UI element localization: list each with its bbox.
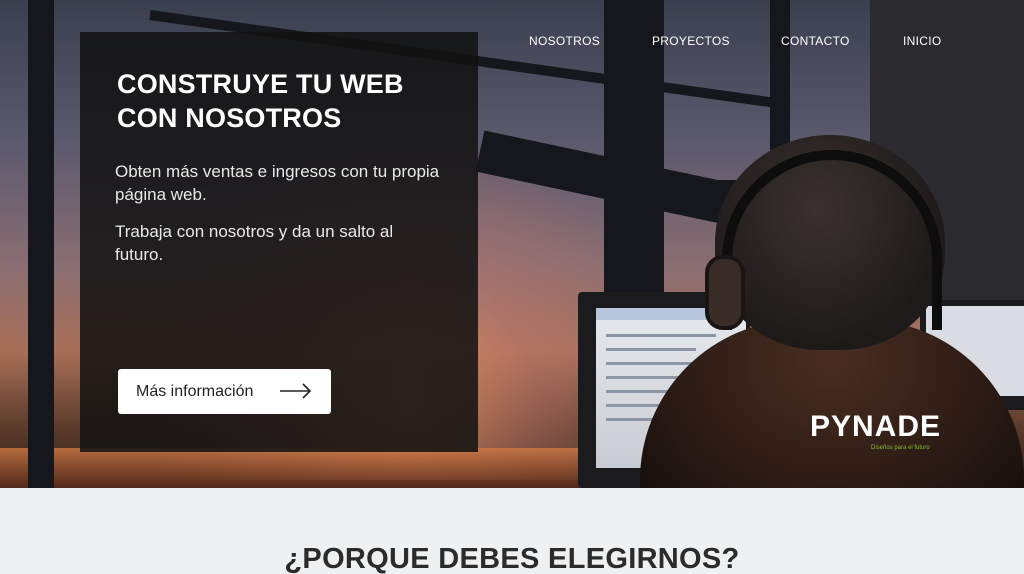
hero-paragraph: Trabaja con nosotros y da un salto al fu…: [115, 222, 394, 264]
headphone-cup: [705, 255, 745, 330]
arrow-right-icon: [280, 383, 312, 399]
window-frame: [770, 0, 790, 150]
nav-link-inicio[interactable]: INICIO: [903, 34, 941, 48]
logo-tagline: Diseños para el futuro: [871, 445, 930, 451]
logo-name: PYNADE: [810, 410, 942, 443]
nav-link-contacto[interactable]: CONTACTO: [781, 34, 850, 48]
window-frame: [28, 0, 54, 488]
hero-card: CONSTRUYE TU WEB CON NOSOTROS Obten más …: [80, 32, 478, 452]
hero-paragraph: Obten más ventas e ingresos con tu propi…: [115, 162, 440, 204]
nav-link-nosotros[interactable]: NOSOTROS: [529, 34, 600, 48]
brand-logo[interactable]: PYNADE Diseños para el futuro: [810, 410, 950, 451]
hero-title: CONSTRUYE TU WEB CON NOSOTROS: [117, 69, 404, 133]
more-info-label: Más información: [136, 382, 254, 400]
more-info-button[interactable]: Más información: [118, 369, 331, 414]
nav-link-proyectos[interactable]: PROYECTOS: [652, 34, 730, 48]
hero-section: CONSTRUYE TU WEB CON NOSOTROS Obten más …: [0, 0, 1024, 488]
section-title: ¿PORQUE DEBES ELEGIRNOS?: [284, 543, 740, 574]
